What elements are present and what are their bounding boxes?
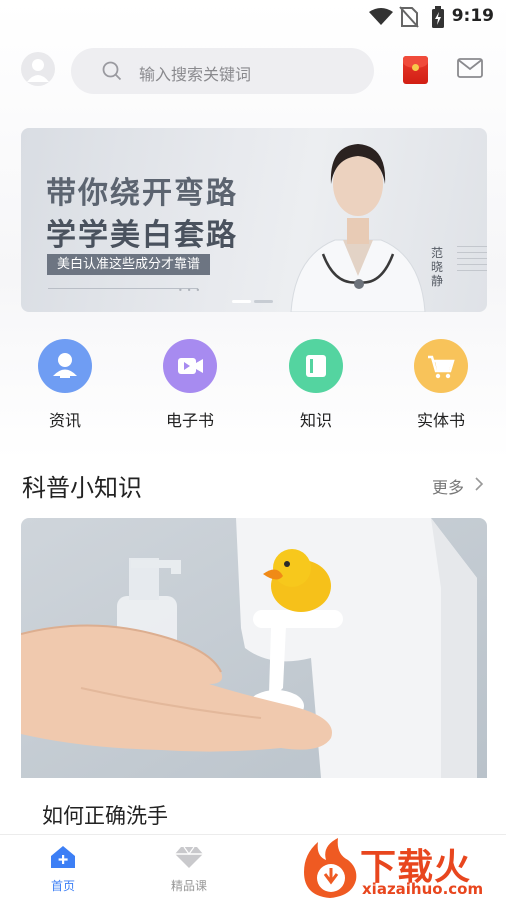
article-title: 如何正确洗手 xyxy=(42,804,168,828)
battery-icon xyxy=(432,6,444,28)
more-link[interactable]: 更多 xyxy=(432,474,464,498)
clock: 9:19 xyxy=(451,6,494,26)
nav-label: 精品课 xyxy=(170,879,207,893)
category-label: 知识 xyxy=(299,411,332,430)
banner-slide-indicator xyxy=(232,300,273,304)
diamond-icon xyxy=(175,846,203,868)
wifi-icon xyxy=(369,8,393,25)
video-ebook-icon xyxy=(163,339,217,393)
nav-premium-courses[interactable]: 精品课 xyxy=(149,845,229,894)
category-news[interactable]: 资讯 xyxy=(25,339,105,431)
watermark-url: xiazaihuo.com xyxy=(362,880,484,898)
watermark: 下载火 xiazaihuo.com xyxy=(298,836,506,900)
banner-headline-2: 学学美白套路 xyxy=(46,218,238,253)
category-label: 资讯 xyxy=(48,411,81,430)
banner-dots: ••• xyxy=(178,286,205,295)
promo-banner[interactable]: 带你绕开弯路 学学美白套路 美白认准这些成分才靠谱 ••• 范晓静 xyxy=(21,128,487,312)
category-label: 电子书 xyxy=(165,411,214,430)
banner-divider xyxy=(48,288,198,289)
search-input[interactable]: 输入搜索关键词 xyxy=(139,61,251,85)
book-knowledge-icon xyxy=(289,339,343,393)
search-bar[interactable]: 输入搜索关键词 xyxy=(71,48,374,94)
flame-logo-icon xyxy=(304,838,357,898)
nav-label: 首页 xyxy=(50,879,75,893)
top-header: 输入搜索关键词 xyxy=(0,46,506,96)
red-envelope-icon[interactable] xyxy=(403,56,428,84)
no-sim-icon xyxy=(399,6,419,28)
mail-icon[interactable] xyxy=(457,58,483,78)
status-bar: 9:19 xyxy=(0,0,506,34)
banner-person-name: 范晓静 xyxy=(431,246,444,288)
shopping-cart-icon xyxy=(414,339,468,393)
section-title: 科普小知识 xyxy=(22,474,142,502)
chevron-right-icon[interactable] xyxy=(475,477,484,491)
doctor-illustration xyxy=(290,144,426,312)
category-physical-book[interactable]: 实体书 xyxy=(401,339,481,431)
user-avatar-icon[interactable] xyxy=(21,52,55,86)
search-icon xyxy=(102,61,122,81)
nav-home[interactable]: 首页 xyxy=(23,845,103,894)
article-image xyxy=(21,518,487,778)
news-person-icon xyxy=(38,339,92,393)
category-ebook[interactable]: 电子书 xyxy=(150,339,230,431)
banner-tag: 美白认准这些成分才靠谱 xyxy=(47,254,211,275)
banner-headline-1: 带你绕开弯路 xyxy=(46,176,238,211)
banner-stripes xyxy=(457,246,487,280)
category-label: 实体书 xyxy=(416,411,465,430)
article-card[interactable]: 如何正确洗手 xyxy=(21,518,487,848)
home-icon xyxy=(51,846,75,868)
category-knowledge[interactable]: 知识 xyxy=(276,339,356,431)
